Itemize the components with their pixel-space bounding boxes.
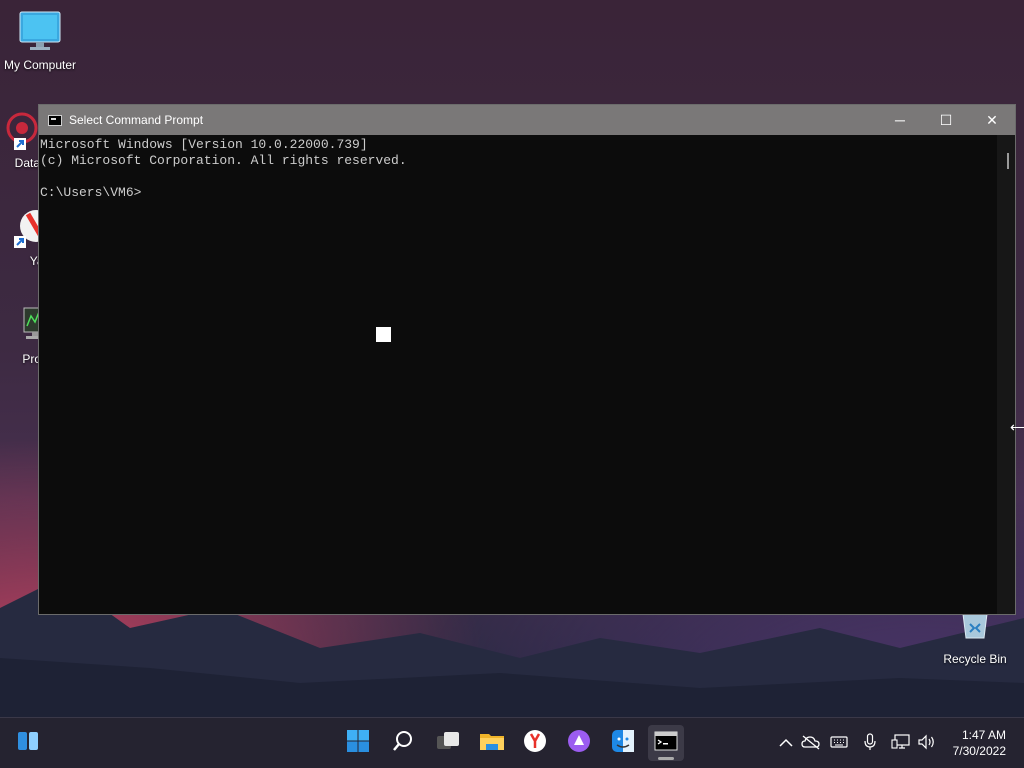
maximize-button[interactable]: ☐ xyxy=(923,105,969,135)
clock[interactable]: 1:47 AM 7/30/2022 xyxy=(953,727,1006,759)
task-view-button[interactable] xyxy=(430,725,466,761)
console-line: ​ xyxy=(40,169,997,185)
console-output[interactable]: Microsoft Windows [Version 10.0.22000.73… xyxy=(39,135,997,614)
minimize-button[interactable]: ─ xyxy=(877,105,923,135)
console-line: (c) Microsoft Corporation. All rights re… xyxy=(40,153,407,168)
console-prompt: C:\Users\VM6> xyxy=(40,185,142,200)
alice-icon xyxy=(567,729,591,758)
console-line: Microsoft Windows [Version 10.0.22000.73… xyxy=(40,137,368,152)
scrollbar-thumb[interactable] xyxy=(1007,153,1009,169)
windows-start-icon xyxy=(346,729,370,758)
search-button[interactable] xyxy=(385,725,421,761)
finder-icon xyxy=(611,729,635,758)
desktop-icon-label: My Computer xyxy=(3,58,77,72)
selection-cursor-block xyxy=(376,327,391,342)
vertical-scrollbar[interactable] xyxy=(997,135,1015,614)
chevron-up-icon xyxy=(779,735,793,751)
terminal-icon xyxy=(48,114,62,126)
input-method-button[interactable] xyxy=(828,718,850,768)
running-indicator xyxy=(658,757,674,760)
network-button[interactable] xyxy=(890,718,912,768)
command-prompt-window[interactable]: Select Command Prompt ─ ☐ ✕ Microsoft Wi… xyxy=(38,104,1016,615)
volume-button[interactable] xyxy=(916,718,938,768)
folder-icon xyxy=(479,729,505,758)
taskbar: 1:47 AM 7/30/2022 xyxy=(0,717,1024,768)
volume-icon xyxy=(917,734,937,753)
window-title: Select Command Prompt xyxy=(69,113,204,127)
clock-time: 1:47 AM xyxy=(961,728,1006,742)
cloud-off-icon xyxy=(801,734,821,753)
task-view-icon xyxy=(435,729,461,758)
keyboard-icon xyxy=(830,735,848,751)
terminal-icon xyxy=(654,731,678,756)
clock-date: 7/30/2022 xyxy=(952,744,1006,758)
yandex-icon xyxy=(523,729,547,758)
onedrive-status-button[interactable] xyxy=(800,718,822,768)
desktop-icon-label: Recycle Bin xyxy=(943,652,1007,666)
widgets-icon xyxy=(16,729,40,758)
resize-cursor-icon: ⟷ xyxy=(1010,419,1024,435)
yandex-browser-button[interactable] xyxy=(517,725,553,761)
microphone-icon xyxy=(864,732,876,754)
alice-button[interactable] xyxy=(561,725,597,761)
show-hidden-icons-button[interactable] xyxy=(776,718,796,768)
search-icon xyxy=(391,729,415,758)
microphone-button[interactable] xyxy=(860,718,880,768)
close-button[interactable]: ✕ xyxy=(969,105,1015,135)
window-titlebar[interactable]: Select Command Prompt ─ ☐ ✕ xyxy=(39,105,1015,135)
command-prompt-taskbar-button[interactable] xyxy=(648,725,684,761)
start-button[interactable] xyxy=(340,725,376,761)
monitor-icon xyxy=(18,10,62,54)
finder-button[interactable] xyxy=(605,725,641,761)
file-explorer-button[interactable] xyxy=(474,725,510,761)
widgets-button[interactable] xyxy=(10,725,46,761)
network-icon xyxy=(891,733,911,753)
desktop-icon-my-computer[interactable]: My Computer xyxy=(0,10,80,72)
